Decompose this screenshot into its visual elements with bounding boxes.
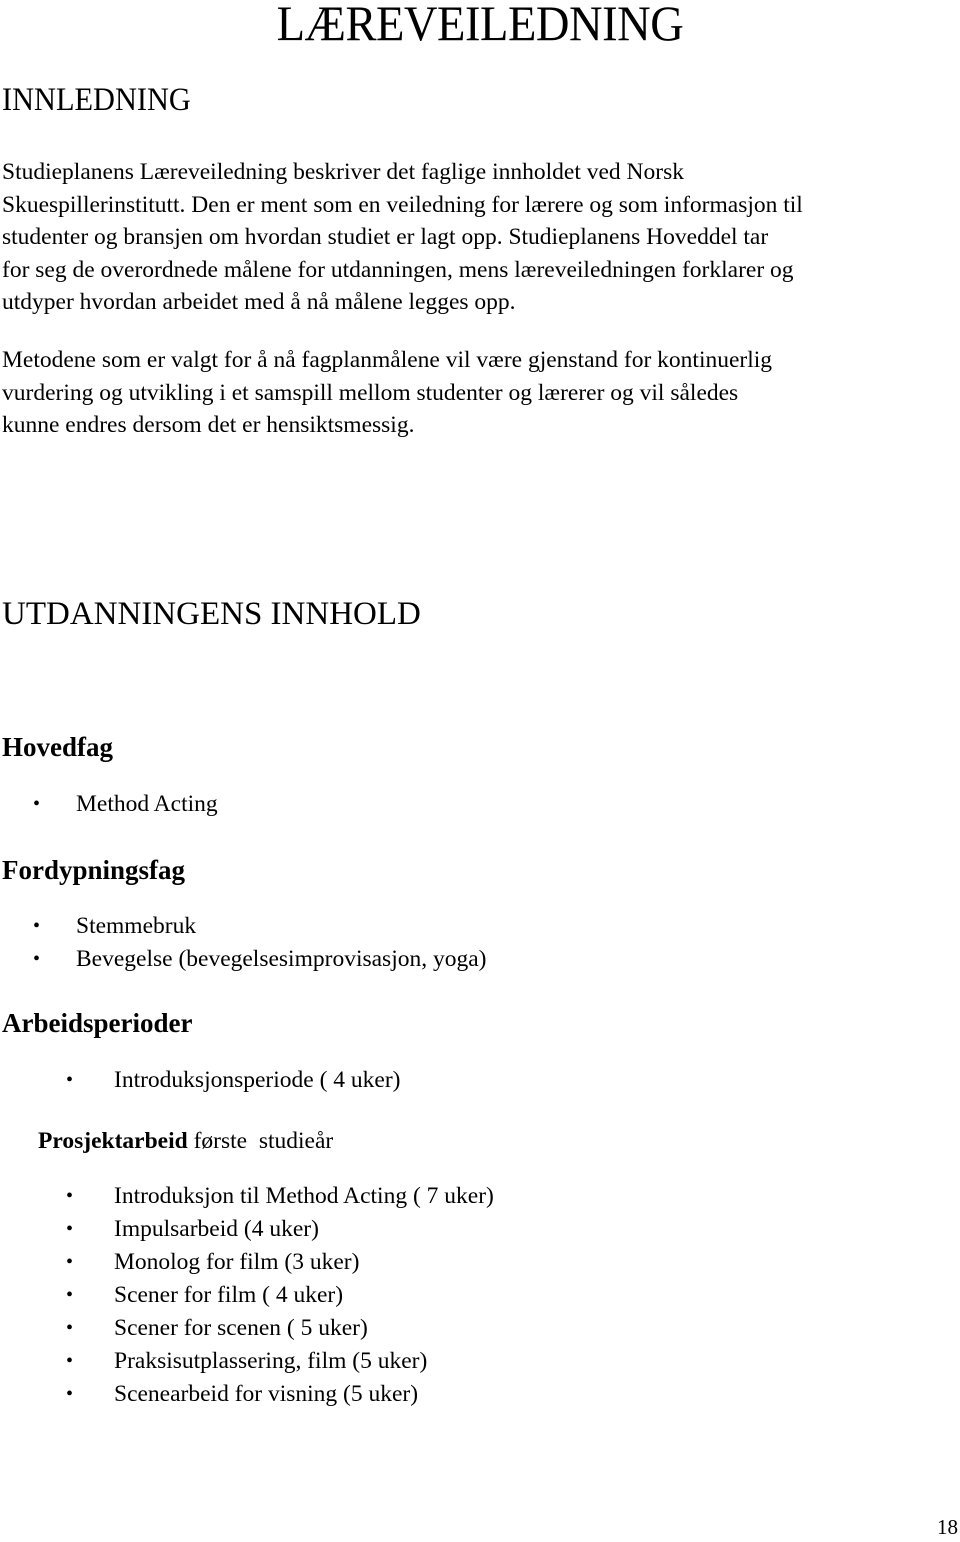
paragraph-line: Studieplanens Læreveiledning beskriver d…	[2, 159, 684, 185]
prosjektarbeid-label: Prosjektarbeid	[38, 1128, 188, 1154]
bullet-icon: •	[66, 1284, 74, 1306]
bullet-icon: •	[66, 1185, 74, 1207]
list-item: • Scener for film ( 4 uker)	[0, 1279, 494, 1312]
list-item: • Scenearbeid for visning (5 uker)	[0, 1378, 494, 1411]
paragraph-line: utdyper hvordan arbeidet med å nå målene…	[2, 289, 516, 315]
document-title: LÆREVEILEDNING	[276, 0, 684, 51]
list-item: • Impulsarbeid (4 uker)	[0, 1213, 494, 1246]
bullet-icon: •	[66, 1317, 74, 1339]
bullet-icon: •	[33, 793, 41, 815]
list-item: • Monolog for film (3 uker)	[0, 1246, 494, 1279]
list-item: • Introduksjonsperiode ( 4 uker)	[0, 1064, 401, 1097]
arbeidsperioder-list: • Introduksjonsperiode ( 4 uker)	[0, 1064, 401, 1097]
prosjektarbeid-qualifier: første studieår	[187, 1128, 334, 1154]
fordypningsfag-list: • Stemmebruk • Bevegelse (bevegelsesimprov…	[0, 910, 486, 976]
bullet-icon: •	[66, 1383, 74, 1405]
paragraph-line: kunne endres dersom det er hensiktsmessi…	[2, 412, 415, 438]
list-item-text: Introduksjonsperiode ( 4 uker)	[114, 1067, 401, 1093]
list-item-text: Bevegelse (bevegelsesimprovisasjon, yoga…	[76, 946, 487, 972]
section-heading-innledning: INNLEDNING	[2, 82, 191, 118]
subheading-arbeidsperioder: Arbeidsperioder	[2, 1008, 193, 1038]
intro-paragraph-2: Metodene som er valgt for å nå fagplanmå…	[2, 344, 960, 442]
prosjektarbeid-list: • Introduksjon til Method Acting ( 7 uker…	[0, 1180, 494, 1411]
list-item-text: Scenearbeid for visning (5 uker)	[114, 1381, 419, 1407]
paragraph-line: vurdering og utvikling i et samspill mel…	[2, 379, 739, 406]
list-item-text: Praksisutplassering, film (5 uker)	[114, 1348, 428, 1374]
paragraph-line: studenter og bransjen om hvordan studiet…	[2, 224, 769, 250]
bullet-icon: •	[33, 948, 41, 970]
paragraph-line: Skuespillerinstitutt. Den er ment som en…	[2, 191, 803, 218]
list-item-text: Introduksjon til Method Acting ( 7 uker)	[114, 1183, 494, 1209]
list-item: • Praksisutplassering, film (5 uker)	[0, 1345, 494, 1378]
bullet-icon: •	[33, 915, 41, 937]
section-heading-utdanningens-innhold: UTDANNINGENS INNHOLD	[2, 596, 421, 632]
subheading-hovedfag: Hovedfag	[2, 732, 113, 762]
bullet-icon: •	[66, 1251, 74, 1273]
subheading-fordypningsfag: Fordypningsfag	[2, 855, 186, 885]
subheading-prosjektarbeid: Prosjektarbeid første studieår	[38, 1128, 333, 1155]
list-item-text: Impulsarbeid (4 uker)	[114, 1216, 319, 1242]
list-item: • Stemmebruk	[0, 910, 486, 943]
list-item-text: Scener for scenen ( 5 uker)	[114, 1315, 368, 1341]
list-item: • Scener for scenen ( 5 uker)	[0, 1312, 494, 1345]
list-item-text: Monolog for film (3 uker)	[114, 1249, 360, 1275]
list-item: • Bevegelse (bevegelsesimprovisasjon, yog…	[0, 943, 486, 976]
list-item: • Method Acting	[0, 788, 218, 821]
list-item-text: Stemmebruk	[76, 913, 197, 939]
intro-paragraph-1: Studieplanens Læreveiledning beskriver d…	[2, 156, 960, 319]
list-item: • Introduksjon til Method Acting ( 7 uker…	[0, 1180, 494, 1213]
bullet-icon: •	[66, 1069, 74, 1091]
page-number: 18	[937, 1515, 958, 1539]
paragraph-line: for seg de overordnede målene for utdann…	[2, 256, 794, 283]
bullet-icon: •	[66, 1350, 74, 1372]
list-item-text: Method Acting	[76, 791, 218, 817]
hovedfag-list: • Method Acting	[0, 788, 218, 821]
list-item-text: Scener for film ( 4 uker)	[114, 1282, 344, 1308]
paragraph-line: Metodene som er valgt for å nå fagplanmå…	[2, 347, 773, 373]
bullet-icon: •	[66, 1218, 74, 1240]
